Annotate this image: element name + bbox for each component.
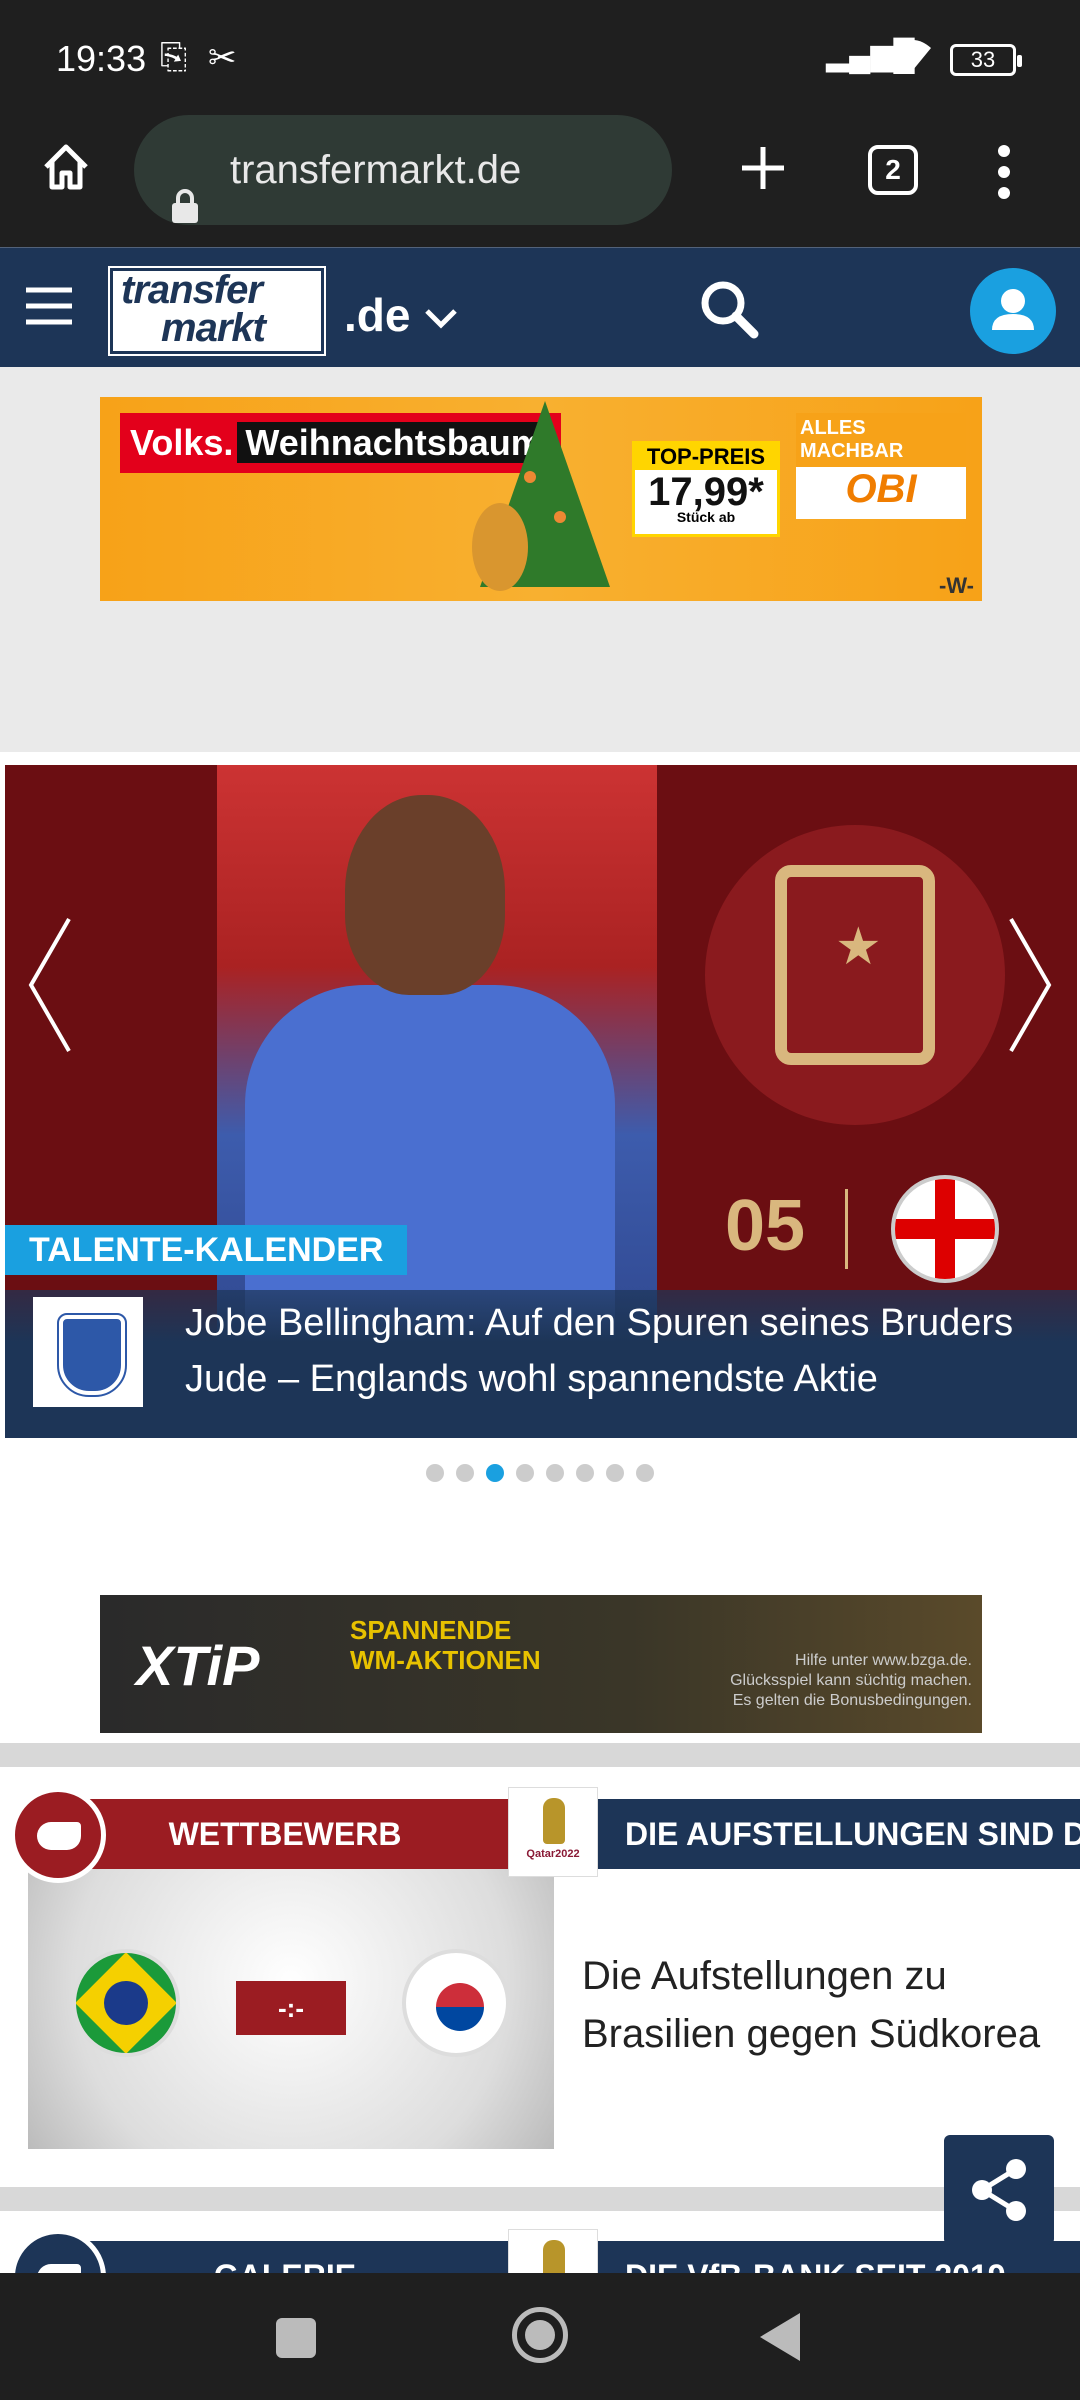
slider-dot-active[interactable] — [486, 1464, 504, 1482]
card-category: GALERIE — [60, 2241, 510, 2273]
slider-dot[interactable] — [546, 1464, 564, 1482]
match-image: -:- — [28, 1869, 554, 2149]
news-slider[interactable]: ★ 05 TALENTE-KALENDER Jobe Bellingham: A… — [5, 765, 1077, 1438]
sim-icon: ⎘ — [160, 38, 188, 76]
ad-xtip-banner[interactable]: XTiP SPANNENDE WM-AKTIONEN Hilfe unter ww… — [100, 1595, 982, 1733]
card-category: WETTBEWERB — [60, 1799, 510, 1869]
slider-dot[interactable] — [576, 1464, 594, 1482]
ad-slot-top: Volks. Weihnachtsbaum TOP-PREIS 17,99* St… — [0, 367, 1080, 752]
share-icon — [972, 2159, 1026, 2221]
site-header: transfer markt .de — [0, 247, 1080, 367]
domain-selector[interactable]: .de — [344, 288, 459, 342]
card-title[interactable]: Die Aufstellungen zu Brasilien gegen Süd… — [582, 1947, 1052, 2063]
url-field[interactable]: transfermarkt.de — [134, 115, 672, 225]
slider-prev-arrow[interactable] — [25, 915, 75, 1083]
back-button[interactable] — [760, 2313, 800, 2361]
worldcup-logo-icon: Qatar2022 — [508, 1787, 598, 1877]
new-tab-icon[interactable] — [736, 141, 790, 200]
share-button[interactable] — [944, 2135, 1054, 2245]
home-icon[interactable] — [38, 139, 94, 200]
logo-line2: markt — [161, 306, 266, 350]
slider-dot[interactable] — [426, 1464, 444, 1482]
search-icon[interactable] — [698, 278, 760, 345]
slider-headline[interactable]: Jobe Bellingham: Auf den Spuren seines B… — [185, 1295, 1065, 1407]
slider-dot[interactable] — [636, 1464, 654, 1482]
system-nav-bar — [0, 2273, 1080, 2400]
calendar-number: 05 — [725, 1186, 806, 1266]
user-account-button[interactable] — [970, 268, 1056, 354]
vfb-logo-icon — [508, 2229, 598, 2273]
news-card-gallery[interactable]: GALERIE DIE VfB-BANK SEIT 2019 — [0, 2229, 1080, 2273]
url-text: transfermarkt.de — [230, 148, 522, 192]
tab-switcher-button[interactable]: 2 — [868, 145, 918, 195]
match-score: -:- — [236, 1981, 346, 2035]
brazil-flag-icon — [72, 1949, 180, 2057]
gallery-icon — [10, 2229, 106, 2273]
browser-toolbar: transfermarkt.de 2 — [0, 115, 1080, 247]
south-korea-flag-icon — [402, 1949, 510, 2057]
clipboard-star-icon: ★ — [775, 865, 935, 1065]
slider-pagination — [0, 1464, 1080, 1487]
ad-price-box: TOP-PREIS 17,99* Stück ab — [632, 441, 780, 537]
england-flag-icon — [891, 1175, 999, 1283]
ad-marker: -W- — [939, 573, 974, 598]
ad-xtip-logo: XTiP — [136, 1634, 260, 1697]
slider-dot[interactable] — [606, 1464, 624, 1482]
ad-obi-banner[interactable]: Volks. Weihnachtsbaum TOP-PREIS 17,99* St… — [100, 397, 982, 601]
slider-dot[interactable] — [456, 1464, 474, 1482]
lock-icon — [170, 155, 200, 223]
status-time: 19:33 — [56, 38, 147, 79]
chevron-down-icon — [423, 289, 459, 341]
news-card-lineups[interactable]: WETTBEWERB DIE AUFSTELLUNGEN SIND DA Qat… — [0, 1787, 1080, 2157]
scissors-icon: ✂ — [208, 39, 237, 77]
more-menu-icon[interactable] — [996, 145, 1012, 204]
ad-obi-logo: ALLES MACHBAR OBI — [796, 413, 966, 519]
slider-dot[interactable] — [516, 1464, 534, 1482]
whistle-icon — [10, 1787, 106, 1883]
ad-xtip-disclaimer: Hilfe unter www.bzga.de. Glücksspiel kann… — [730, 1652, 972, 1709]
christmas-tree-icon — [472, 401, 610, 591]
recents-button[interactable] — [276, 2318, 316, 2358]
status-bar: 19:33 ⎘ ✂ ▂▄▆█ 33 — [0, 0, 1080, 115]
slider-next-arrow[interactable] — [1005, 915, 1055, 1083]
domain-label: .de — [344, 289, 411, 341]
ad-xtip-text: SPANNENDE WM-AKTIONEN — [350, 1615, 541, 1675]
home-button[interactable] — [512, 2307, 568, 2363]
wifi-icon — [890, 34, 936, 83]
site-logo[interactable]: transfer markt — [108, 266, 326, 356]
slider-tag[interactable]: TALENTE-KALENDER — [5, 1225, 408, 1275]
user-icon — [992, 289, 1034, 330]
page-content: Volks. Weihnachtsbaum TOP-PREIS 17,99* St… — [0, 367, 1080, 2273]
menu-icon[interactable] — [26, 286, 72, 331]
battery-icon: 33 — [950, 44, 1022, 76]
club-crest-icon — [33, 1297, 143, 1407]
